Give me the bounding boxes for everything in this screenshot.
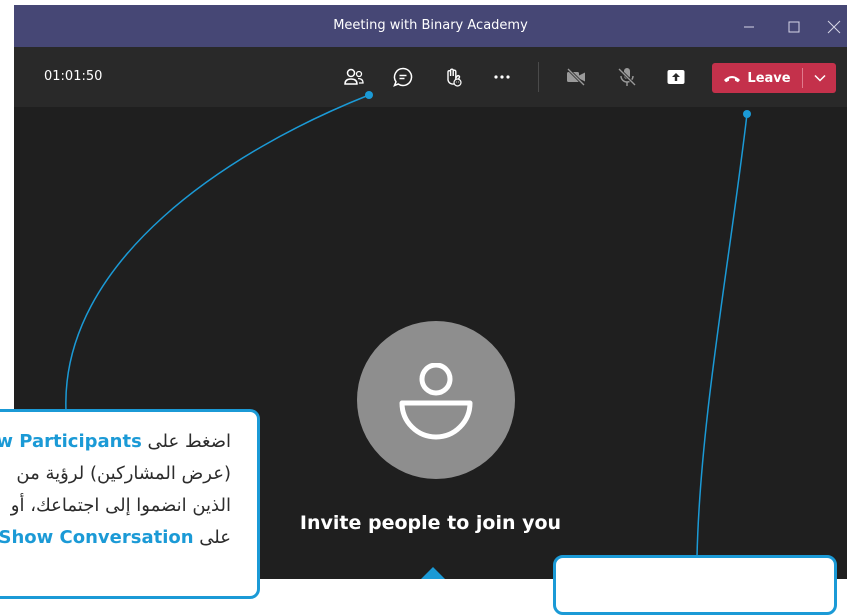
leave-callout [553,555,837,615]
camera-off-icon[interactable] [564,65,588,89]
meeting-toolbar: 01:01:50 Leave [14,47,847,107]
callout-line-4: على Show Conversation [0,527,231,548]
share-screen-icon[interactable] [664,65,688,89]
leave-dropdown[interactable] [803,63,836,93]
show-conversation-icon[interactable] [391,65,415,89]
leave-button[interactable]: Leave [712,63,836,93]
title-bar: Meeting with Binary Academy [14,5,847,47]
participants-callout: اضغط على Show Participants (عرض المشاركي… [0,409,260,599]
mic-off-icon[interactable] [615,65,639,89]
close-icon[interactable] [814,5,847,47]
toolbar-divider [538,62,539,92]
avatar [357,321,515,479]
maximize-icon[interactable] [774,5,814,47]
minimize-icon[interactable] [729,5,769,47]
callout-line-2: (عرض المشاركين) لرؤية من [16,463,231,484]
person-icon [399,363,473,440]
show-participants-icon[interactable] [342,65,366,89]
leave-label: Leave [747,70,791,86]
meeting-timer: 01:01:50 [44,69,103,84]
more-actions-icon[interactable] [490,65,514,89]
window-title: Meeting with Binary Academy [333,18,528,33]
hang-up-icon [724,76,741,83]
leave-main-button[interactable]: Leave [712,63,802,93]
raise-hand-icon[interactable] [441,65,465,89]
callout-pointer [421,567,445,579]
chevron-down-icon [813,74,826,82]
callout-line-1: اضغط على Show Participants [0,431,231,452]
callout-line-3: الذين انضموا إلى اجتماعك، أو [10,495,231,516]
